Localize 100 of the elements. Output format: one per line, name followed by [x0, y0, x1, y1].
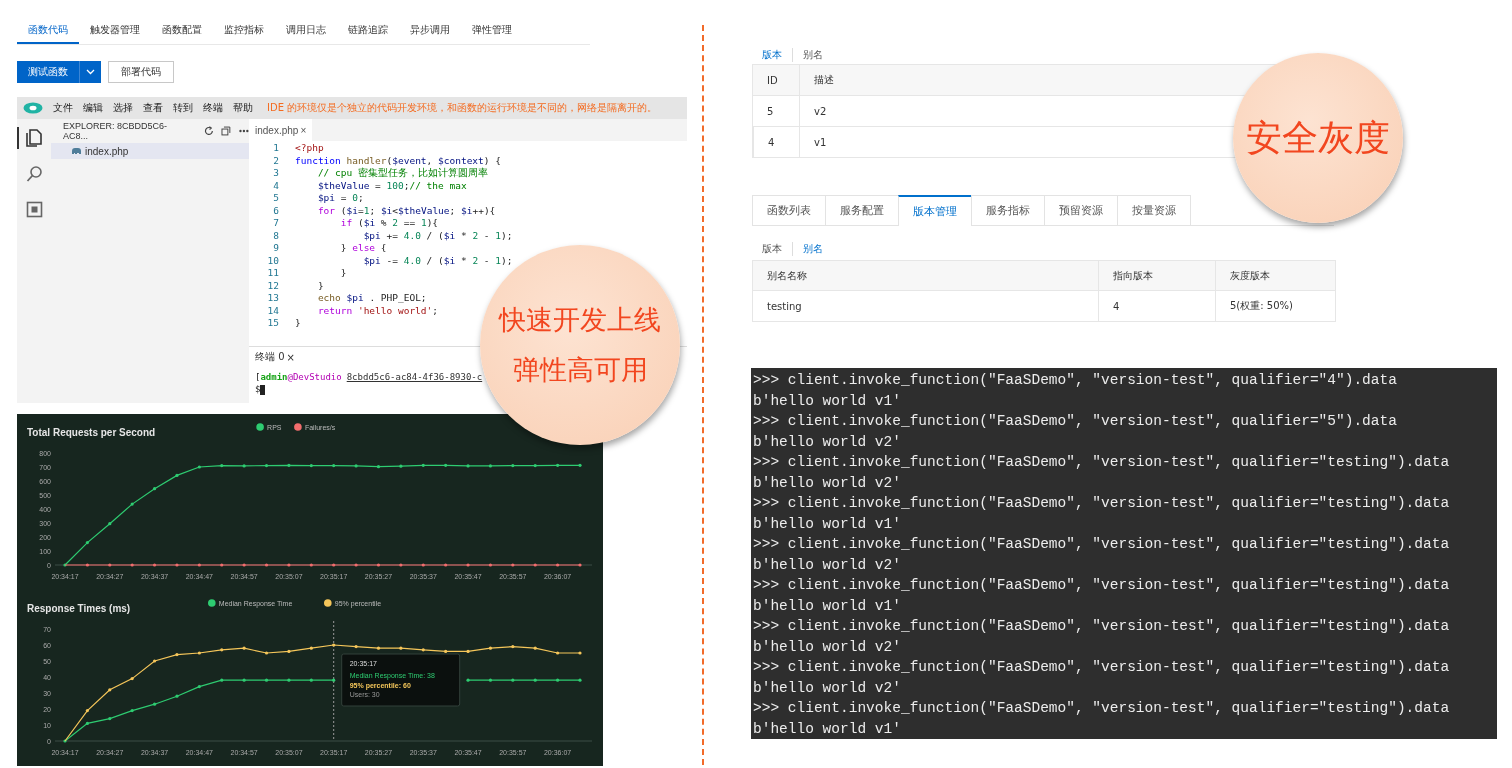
tab[interactable]: 函数代码	[17, 17, 79, 44]
terminal-tab[interactable]: 终端 0 ×	[249, 347, 295, 367]
refresh-icon[interactable]	[203, 126, 214, 136]
menu-item[interactable]: 编辑	[83, 101, 103, 115]
menu-item[interactable]: 文件	[53, 101, 73, 115]
line-number: 15	[266, 317, 280, 330]
console-line: >>> client.invoke_function("FaaSDemo", "version-test", qualifier="testing").data	[753, 658, 1450, 677]
data-point	[152, 702, 157, 706]
console-line: b'hello world v2'	[753, 555, 901, 575]
console-line: b'hello world v1'	[753, 719, 901, 739]
data-point	[220, 464, 224, 468]
data-point	[152, 563, 157, 567]
code-line: }	[295, 317, 301, 330]
data-point	[85, 563, 89, 567]
data-point	[444, 649, 448, 653]
data-point	[488, 464, 493, 468]
data-point	[309, 646, 313, 650]
data-point	[63, 739, 67, 743]
code-line: $pi = 0;	[316, 192, 364, 205]
data-point	[466, 563, 470, 567]
code-line: if ($i % 2 == 1){	[339, 217, 439, 230]
tab[interactable]: 调用日志	[275, 17, 337, 44]
menu-item[interactable]: 查看	[143, 101, 163, 115]
data-point	[578, 563, 582, 567]
deploy-code-button[interactable]: 部署代码	[108, 61, 174, 83]
data-point	[197, 651, 201, 655]
data-point	[332, 464, 336, 468]
code-line: $pi -= 4.0 / ($i * 2 - 1);	[362, 254, 513, 267]
legend-dot-icon[interactable]	[208, 599, 216, 607]
data-point	[108, 563, 112, 567]
menu-item[interactable]: 选择	[113, 101, 133, 115]
line-number: 6	[272, 204, 280, 217]
menu-item[interactable]: 转到	[173, 101, 193, 115]
tab[interactable]: 版本管理	[898, 195, 972, 226]
console-line: >>> client.invoke_function("FaaSDemo", "version-test", qualifier="testing").data	[753, 617, 1450, 636]
elephant-icon	[71, 147, 81, 155]
tab[interactable]: 异步调用	[399, 17, 461, 44]
tab[interactable]: 函数配置	[151, 17, 213, 44]
caret-down-icon[interactable]	[86, 69, 95, 75]
console-line: >>> client.invoke_function("FaaSDemo", "version-test", qualifier="testing").data	[753, 494, 1450, 513]
data-point	[511, 464, 515, 468]
close-icon[interactable]: ×	[300, 124, 307, 136]
console-line: >>> client.invoke_function("FaaSDemo", "version-test", qualifier="testing").data	[753, 535, 1450, 554]
console-line: b'hello world v2'	[753, 473, 901, 493]
tab[interactable]: 触发器管理	[79, 17, 151, 44]
search-icon	[26, 165, 44, 183]
console-line: b'hello world v2'	[753, 678, 901, 698]
editor-tab[interactable]: index.php ×	[249, 119, 313, 141]
data-point	[309, 464, 313, 468]
data-point	[220, 648, 224, 652]
table-cell: 5(权重: 50%)	[1215, 291, 1335, 322]
close-icon[interactable]: ×	[286, 351, 295, 363]
data-point	[332, 563, 336, 567]
menu-item[interactable]: 终端	[203, 101, 223, 115]
data-point	[399, 563, 403, 567]
cloud-logo-icon	[23, 102, 43, 114]
tab[interactable]: 弹性管理	[461, 17, 523, 44]
legend-dot-icon[interactable]	[256, 423, 264, 431]
data-point	[63, 563, 67, 567]
console-line: b'hello world v2'	[753, 637, 901, 657]
data-point	[556, 463, 560, 467]
data-point	[108, 522, 112, 526]
subtab[interactable]: 版本	[762, 242, 782, 256]
line-number: 7	[272, 217, 280, 230]
data-point	[332, 678, 336, 682]
data-point	[85, 541, 89, 545]
data-point	[197, 465, 201, 469]
line-number: 13	[266, 292, 280, 305]
data-point	[578, 651, 582, 655]
notice-text: IDE 的环境仅是个独立的代码开发环境，和函数的运行环境是不同的，网络是隔离开的。	[267, 101, 658, 115]
files-icon	[26, 129, 44, 147]
data-point	[85, 721, 89, 725]
data-point	[354, 464, 358, 468]
subtab[interactable]: 别名	[792, 48, 823, 62]
tab[interactable]: 函数列表	[752, 195, 826, 225]
data-point	[309, 678, 313, 682]
more-icon[interactable]	[239, 129, 249, 133]
menu-item[interactable]: 帮助	[233, 101, 253, 115]
tab[interactable]: 监控指标	[213, 17, 275, 44]
data-point	[466, 464, 470, 468]
data-point	[332, 643, 336, 647]
data-point	[578, 463, 582, 467]
column-header: 灰度版本	[1215, 261, 1335, 291]
legend-dot-icon[interactable]	[294, 423, 302, 431]
tab[interactable]: 按量资源	[1117, 195, 1191, 225]
tab[interactable]: 链路追踪	[337, 17, 399, 44]
data-point	[466, 649, 470, 653]
file-item[interactable]: index.php	[51, 143, 249, 159]
line-number: 10	[266, 254, 280, 267]
code-line: $theValue = 100;// the max	[316, 179, 467, 192]
subtab[interactable]: 别名	[792, 242, 823, 256]
chart-title: Response Times (ms)	[27, 603, 131, 614]
collapse-icon[interactable]	[221, 126, 232, 136]
test-function-button[interactable]: 测试函数	[17, 61, 101, 83]
console-line: >>> client.invoke_function("FaaSDemo", "version-test", qualifier="5").data	[753, 412, 1397, 431]
code-line: function handler($event, $context) {	[295, 154, 501, 167]
subtab[interactable]: 版本	[762, 48, 782, 62]
column-header: ID	[753, 65, 799, 96]
data-point	[444, 563, 448, 567]
legend-dot-icon[interactable]	[324, 599, 332, 607]
